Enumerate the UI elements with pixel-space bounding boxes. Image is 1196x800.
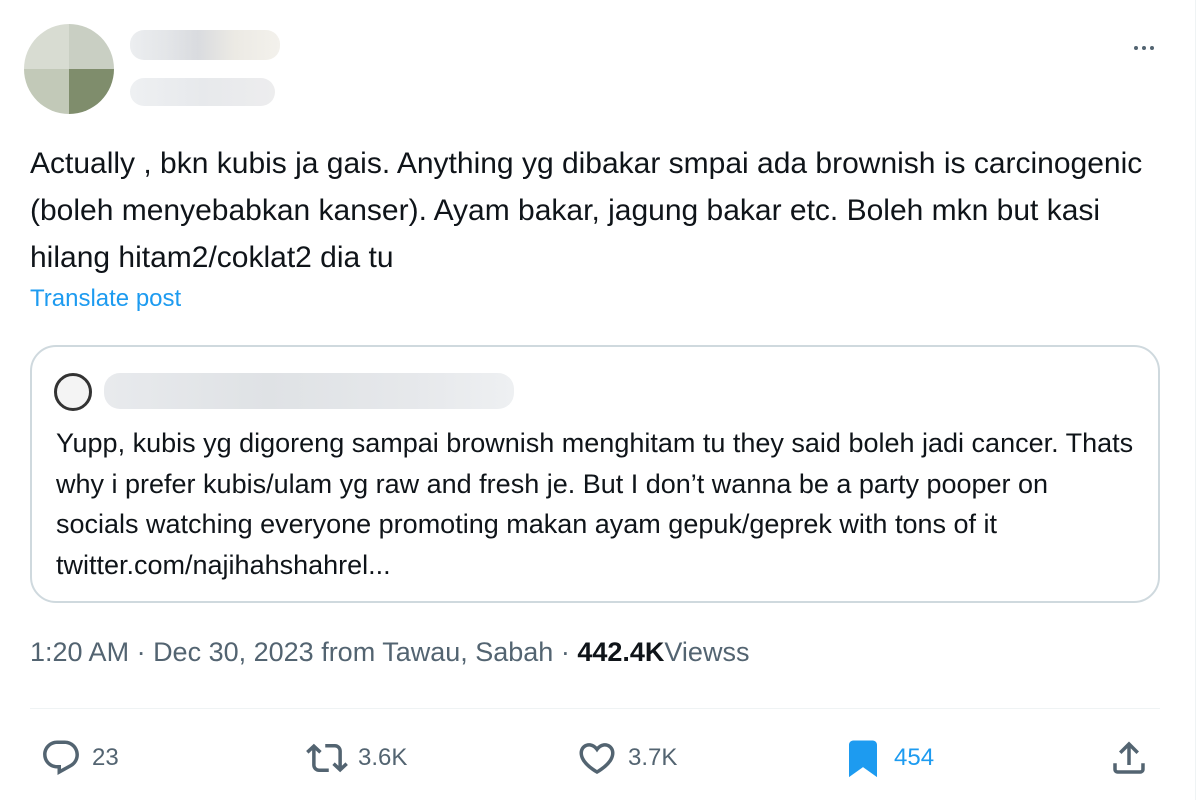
avatar[interactable] xyxy=(24,24,114,114)
quoted-post-text: Yupp, kubis yg digoreng sampai brownish … xyxy=(56,428,1134,580)
tweet-detail: Actually , bkn kubis ja gais. Anything y… xyxy=(0,0,1196,800)
repost-icon xyxy=(306,743,348,773)
repost-button[interactable]: 3.6K xyxy=(306,730,407,786)
post-time[interactable]: 1:20 AM xyxy=(30,637,129,667)
redacted-quoted-author xyxy=(104,373,514,409)
quoted-avatar[interactable] xyxy=(54,373,92,411)
redacted-handle xyxy=(130,78,275,106)
quoted-post[interactable]: Yupp, kubis yg digoreng sampai brownish … xyxy=(30,345,1160,603)
post-date[interactable]: Dec 30, 2023 xyxy=(153,637,314,667)
views-count[interactable]: 442.4K xyxy=(577,637,664,667)
reply-button[interactable]: 23 xyxy=(40,730,119,786)
divider xyxy=(30,708,1160,709)
post-location: from Tawau, Sabah xyxy=(313,637,554,667)
share-icon xyxy=(1113,741,1145,774)
share-button[interactable] xyxy=(1108,730,1150,786)
post-meta: 1:20 AM · Dec 30, 2023 from Tawau, Sabah… xyxy=(30,637,749,668)
translate-post-link[interactable]: Translate post xyxy=(30,285,181,313)
more-icon[interactable] xyxy=(1129,38,1159,58)
bookmark-button[interactable]: 454 xyxy=(842,730,934,786)
reply-icon xyxy=(43,740,79,775)
heart-icon xyxy=(579,743,615,775)
post-text: Actually , bkn kubis ja gais. Anything y… xyxy=(30,147,1151,274)
redacted-display-name xyxy=(130,30,280,60)
like-count: 3.7K xyxy=(628,744,678,771)
action-bar: 23 3.6K 3.7K 454 xyxy=(0,730,1196,786)
bookmark-count: 454 xyxy=(894,744,935,771)
meta-separator: · xyxy=(553,637,578,667)
reply-count: 23 xyxy=(92,744,119,771)
like-button[interactable]: 3.7K xyxy=(576,730,677,786)
meta-separator: · xyxy=(129,637,154,667)
views-label[interactable]: Viewss xyxy=(664,637,749,667)
bookmark-icon xyxy=(849,740,877,778)
repost-count: 3.6K xyxy=(358,744,408,771)
